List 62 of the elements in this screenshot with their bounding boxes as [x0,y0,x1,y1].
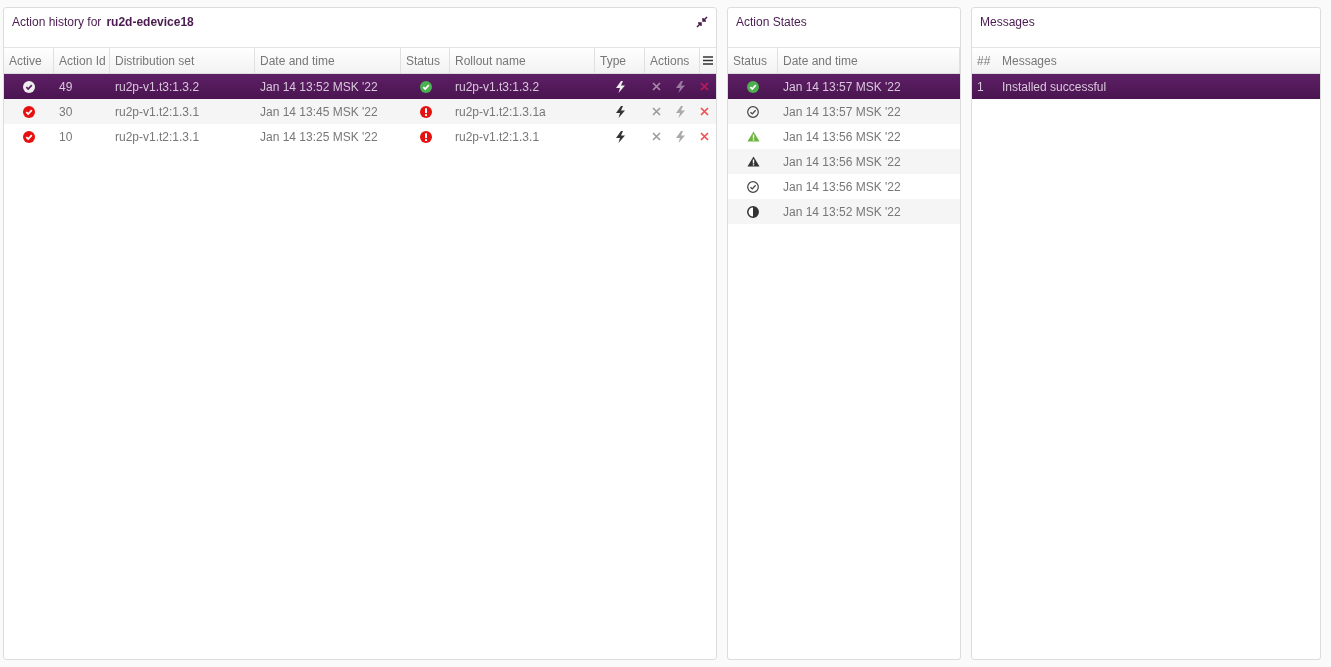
column-header[interactable]: ## [972,48,997,73]
column-header[interactable]: Active [4,48,54,73]
column-header[interactable]: Status [401,48,450,73]
column-header[interactable]: Messages [997,48,1320,73]
table-cell-text: Jan 14 13:56 MSK '22 [782,153,902,171]
table-row[interactable]: 30 ru2p-v1.t2:1.3.1 Jan 14 13:45 MSK '22 ru2p-v1.t2:1.3.1a [4,99,716,124]
check-circle-icon [419,80,432,93]
table-cell-text: Jan 14 13:45 MSK '22 [259,103,379,121]
cancel-icon[interactable] [652,132,661,141]
table-row[interactable]: Jan 14 13:57 MSK '22 [728,99,960,124]
active-icon [23,130,35,143]
table-cell-text: Jan 14 13:52 MSK '22 [782,203,902,221]
device-name: ru2d-edevice18 [106,14,194,31]
panel-title: Messages [980,14,1035,31]
active-icon [23,105,35,118]
table-cell-text: ru2p-v1.t3:1.3.2 [454,78,541,96]
cancel-icon[interactable] [652,82,661,91]
table-cell-text: ru2p-v1.t2:1.3.1 [114,103,201,121]
table-cell-text: ru2p-v1.t2:1.3.1a [454,103,547,121]
delete-icon[interactable] [700,132,709,141]
column-header[interactable]: Type [595,48,645,73]
table-cell-text: Jan 14 13:57 MSK '22 [782,78,902,96]
column-header[interactable]: Status [728,48,778,73]
table-cell-text: 49 [58,78,74,96]
force-icon[interactable] [675,105,686,118]
delete-icon[interactable] [700,82,709,91]
forced-type-icon [614,105,626,118]
panel-title: Action States [736,14,807,31]
force-icon[interactable] [675,130,686,143]
table-cell-text: Jan 14 13:56 MSK '22 [782,178,902,196]
table-cell-text: 10 [58,128,74,146]
panel-title: Action history for [12,14,102,31]
table-cell-text: ru2p-v1.t2:1.3.1 [114,128,201,146]
table-cell-text: Installed successful [1001,78,1108,96]
cancel-icon[interactable] [652,107,661,116]
column-header[interactable]: Actions [645,48,700,73]
column-header[interactable]: Date and time [778,48,960,73]
table-cell-text: 1 [976,78,985,96]
table-cell-text: 30 [58,103,74,121]
table-cell-text: Jan 14 13:52 MSK '22 [259,78,379,96]
forced-type-icon [614,80,626,93]
delete-icon[interactable] [700,107,709,116]
column-header[interactable]: Date and time [255,48,401,73]
column-header[interactable]: Action Id [54,48,110,73]
table-row[interactable]: 1 Installed successful [972,74,1320,99]
minimize-icon[interactable] [696,16,708,28]
check-circle-icon [747,80,759,93]
column-header[interactable]: Rollout name [450,48,595,73]
table-cell-text: Jan 14 13:25 MSK '22 [259,128,379,146]
table-row[interactable]: Jan 14 13:57 MSK '22 [728,74,960,99]
table-cell-text: Jan 14 13:56 MSK '22 [782,128,902,146]
active-icon [23,80,35,93]
table-cell-text: ru2p-v1.t3:1.3.2 [114,78,201,96]
table-cell-text: ru2p-v1.t2:1.3.1 [454,128,541,146]
column-header[interactable]: Distribution set [110,48,255,73]
table-row[interactable]: Jan 14 13:52 MSK '22 [728,199,960,224]
table-cell-text: Jan 14 13:57 MSK '22 [782,103,902,121]
table-row[interactable]: 49 ru2p-v1.t3:1.3.2 Jan 14 13:52 MSK '22 ru2p-v1.t3:1.3.2 [4,74,716,99]
force-icon[interactable] [675,80,686,93]
menu-icon[interactable] [703,56,713,65]
table-row[interactable]: Jan 14 13:56 MSK '22 [728,149,960,174]
forced-type-icon [614,130,626,143]
